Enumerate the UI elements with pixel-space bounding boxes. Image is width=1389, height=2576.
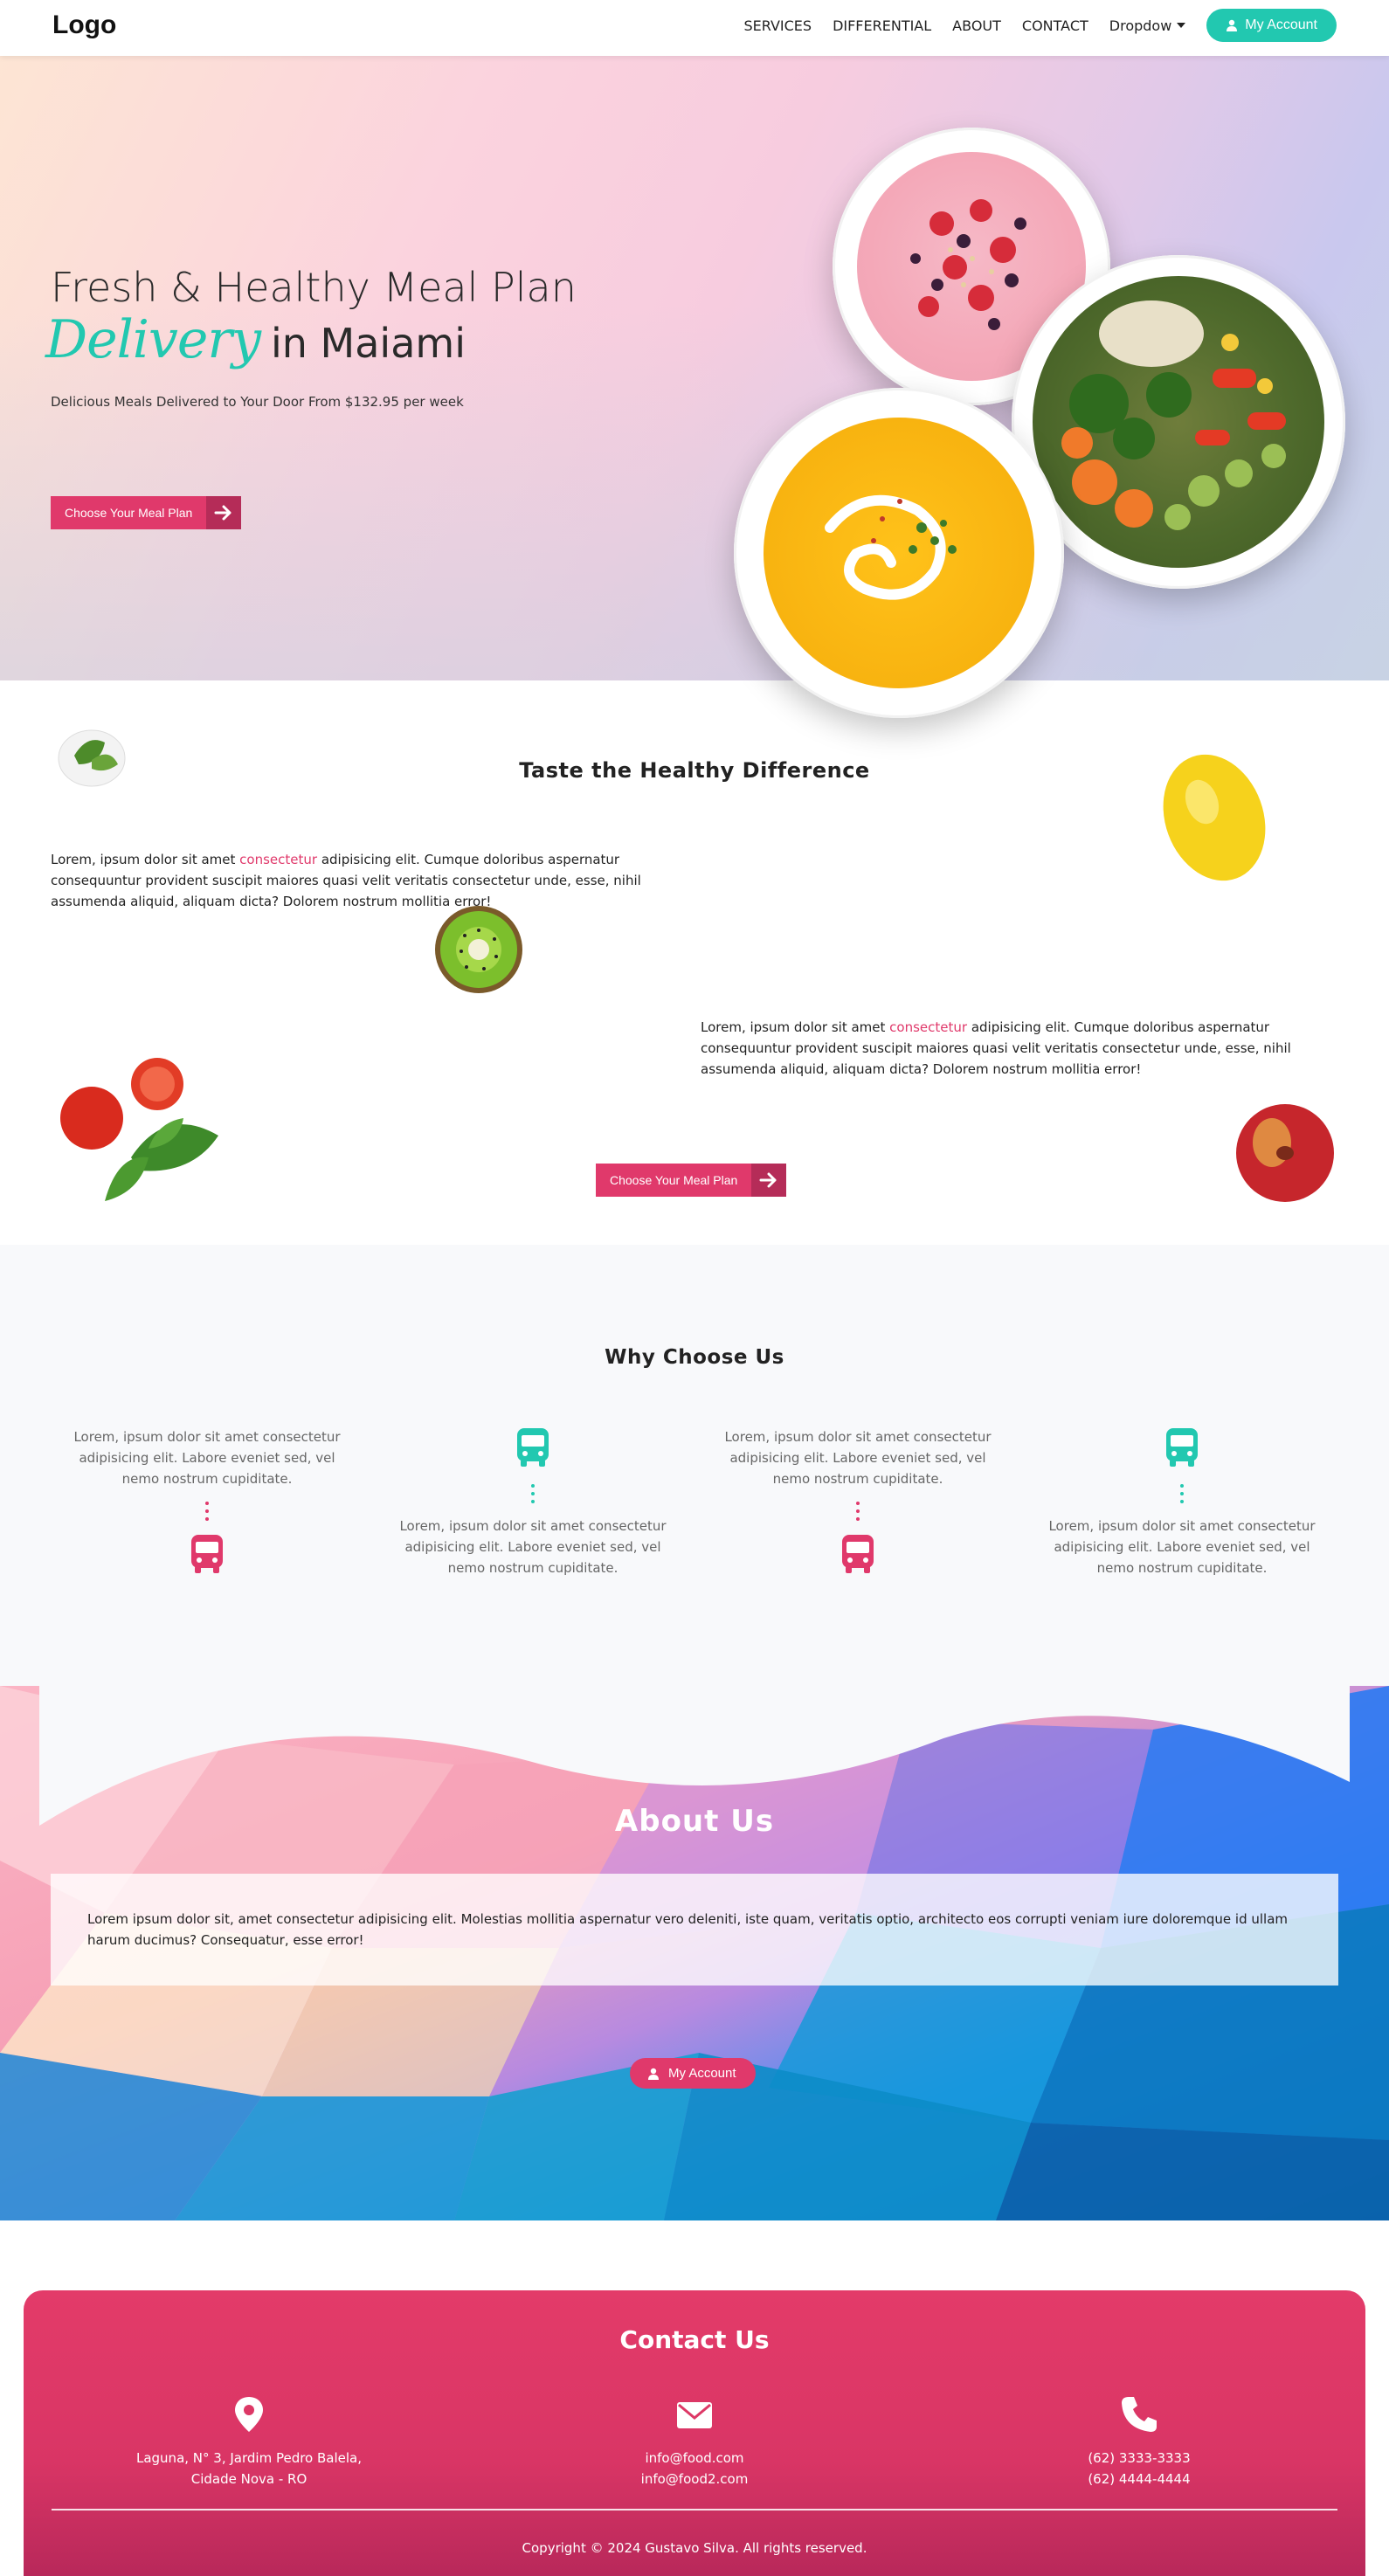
contact-divider — [52, 2509, 1337, 2510]
bus-icon — [842, 1535, 874, 1573]
apple-image — [1236, 1104, 1334, 1202]
phone-1[interactable]: (62) 3333-3333 — [999, 2448, 1279, 2469]
dots-divider — [1033, 1484, 1330, 1503]
nav-link-contact[interactable]: CONTACT — [1022, 17, 1088, 34]
copyright: Copyright © 2024 Gustavo Silva. All righ… — [522, 2540, 867, 2556]
about-my-account-label: My Account — [668, 2066, 736, 2081]
hero-meal-plan-button[interactable]: Choose Your Meal Plan — [51, 496, 242, 529]
email-1[interactable]: info@food.com — [555, 2448, 834, 2469]
tomato-basil-image — [60, 1058, 218, 1201]
taste-meal-plan-button[interactable]: Choose Your Meal Plan — [596, 1164, 787, 1197]
contact-email: info@food.com info@food2.com — [555, 2395, 834, 2490]
why-item-text: Lorem, ipsum dolor sit amet consectetur … — [1048, 1518, 1316, 1576]
taste-paragraph-right: Lorem, ipsum dolor sit amet consectetur … — [701, 1019, 1291, 1077]
bus-icon — [191, 1535, 223, 1573]
address-line-2: Cidade Nova - RO — [190, 2471, 308, 2487]
phone-2[interactable]: (62) 4444-4444 — [999, 2469, 1279, 2490]
bus-icon — [1166, 1428, 1198, 1467]
why-item-1: Lorem, ipsum dolor sit amet consectetur … — [59, 1426, 356, 1578]
dots-divider — [709, 1502, 1006, 1521]
contact-section: Contact Us Laguna, N° 3, Jardim Pedro Ba… — [24, 2290, 1365, 2576]
dots-divider — [384, 1484, 681, 1503]
user-icon — [648, 2068, 659, 2080]
about-section: About Us Lorem ipsum dolor sit, amet con… — [0, 1686, 1389, 2220]
about-title: About Us — [614, 1804, 775, 1839]
logo[interactable]: Logo — [52, 10, 116, 40]
taste-paragraph-left: Lorem, ipsum dolor sit amet consectetur … — [51, 852, 641, 909]
nav-link-services[interactable]: SERVICES — [743, 17, 812, 34]
why-item-text: Lorem, ipsum dolor sit amet consectetur … — [399, 1518, 667, 1576]
taste-meal-plan-label: Choose Your Meal Plan — [596, 1164, 752, 1197]
nav-links: SERVICES DIFFERENTIAL ABOUT CONTACT Drop… — [743, 9, 1337, 42]
map-pin-icon — [235, 2397, 263, 2432]
hero-title-location: in Maiami — [270, 320, 466, 367]
email-2[interactable]: info@food2.com — [555, 2469, 834, 2490]
hero-subtitle: Delicious Meals Delivered to Your Door F… — [51, 394, 464, 410]
navbar: Logo SERVICES DIFFERENTIAL ABOUT CONTACT… — [0, 0, 1389, 56]
why-item-3: Lorem, ipsum dolor sit amet consectetur … — [709, 1426, 1006, 1578]
hero-script-word: Delivery — [45, 309, 261, 370]
nav-dropdown[interactable]: Dropdow — [1109, 17, 1186, 34]
lemon-image — [1163, 754, 1266, 881]
why-item-text: Lorem, ipsum dolor sit amet consectetur … — [73, 1429, 341, 1487]
user-icon — [1227, 19, 1238, 31]
why-item-text: Lorem, ipsum dolor sit amet consectetur … — [724, 1429, 992, 1487]
arrow-right-icon — [206, 496, 242, 529]
about-my-account-button[interactable]: My Account — [630, 2058, 756, 2089]
contact-address: Laguna, N° 3, Jardim Pedro Balela, Cidad… — [109, 2395, 389, 2490]
address-line-1: Laguna, N° 3, Jardim Pedro Balela, — [135, 2450, 363, 2466]
kiwi-image — [435, 906, 522, 993]
my-account-button[interactable]: My Account — [1206, 9, 1337, 42]
hero-title-line2: Delivery in Maiami — [45, 309, 466, 370]
nav-link-differential[interactable]: DIFFERENTIAL — [833, 17, 931, 34]
contact-phone: (62) 3333-3333 (62) 4444-4444 — [999, 2395, 1279, 2490]
hero-meal-plan-label: Choose Your Meal Plan — [51, 496, 207, 529]
arrow-right-icon — [751, 1164, 787, 1197]
why-title: Why Choose Us — [605, 1346, 784, 1369]
nav-dropdown-label: Dropdow — [1109, 17, 1172, 34]
envelope-icon — [677, 2402, 712, 2428]
nav-link-about[interactable]: ABOUT — [952, 17, 1001, 34]
why-item-2: Lorem, ipsum dolor sit amet consectetur … — [384, 1426, 681, 1578]
soup-bowl-image — [734, 388, 1064, 718]
hero-title: Fresh & Healthy Meal Plan — [51, 264, 577, 311]
bus-icon — [517, 1428, 549, 1467]
contact-title: Contact Us — [619, 2325, 770, 2354]
my-account-label: My Account — [1245, 17, 1317, 32]
phone-icon — [1122, 2397, 1157, 2432]
hero-section: Fresh & Healthy Meal Plan Delivery in Ma… — [0, 56, 1389, 718]
why-section: Why Choose Us Lorem, ipsum dolor sit ame… — [0, 1245, 1389, 1686]
dots-divider — [59, 1502, 356, 1521]
why-item-4: Lorem, ipsum dolor sit amet consectetur … — [1033, 1426, 1330, 1578]
about-text: Lorem ipsum dolor sit, amet consectetur … — [87, 1911, 1289, 1948]
about-text-box: Lorem ipsum dolor sit, amet consectetur … — [51, 1874, 1338, 1986]
caret-down-icon — [1177, 23, 1186, 28]
